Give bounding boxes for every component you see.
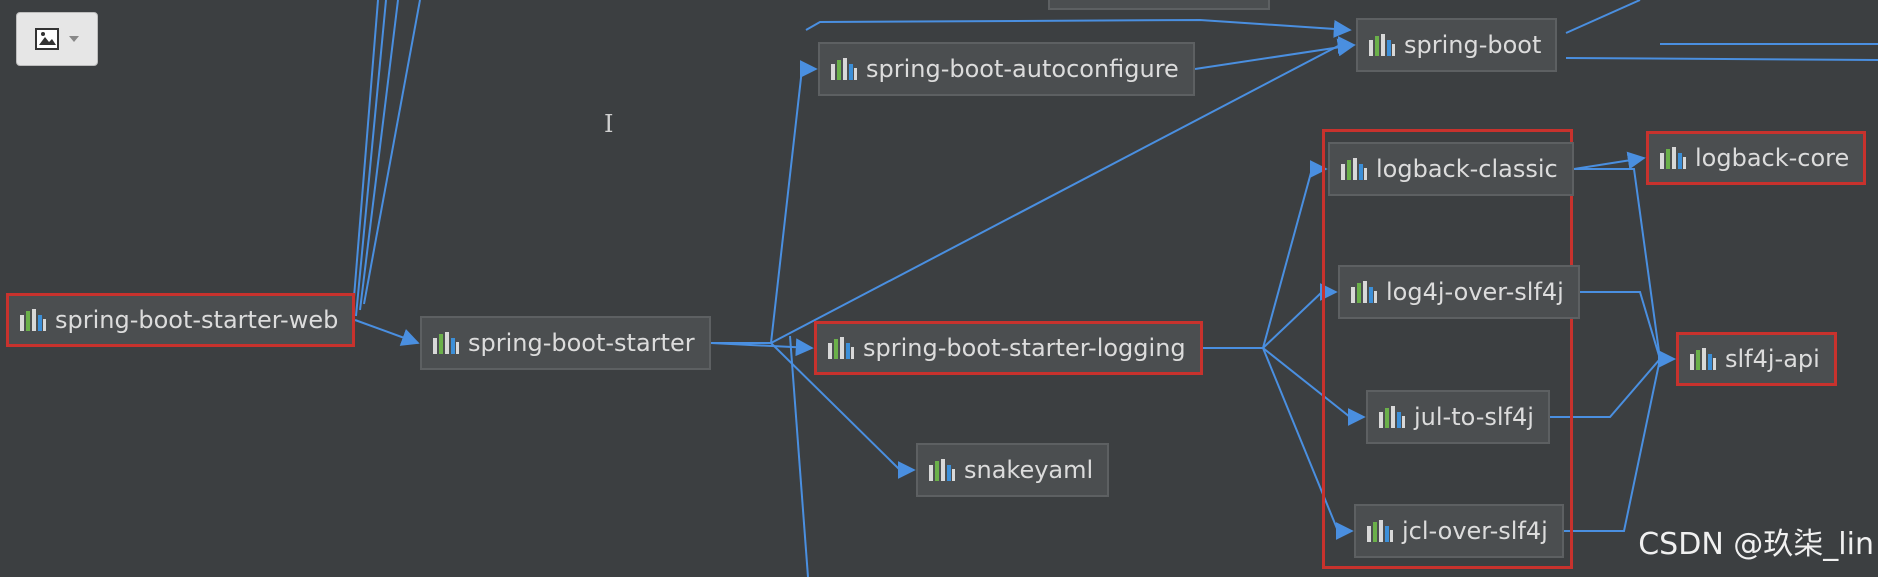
node-logback-classic[interactable]: logback-classic bbox=[1328, 142, 1574, 196]
edge-logback-classic-to-logback-core bbox=[1573, 151, 1646, 170]
library-icon bbox=[1379, 406, 1405, 428]
node-label: spring-boot-starter-logging bbox=[863, 334, 1186, 362]
node-spring-boot-autoconfigure[interactable]: spring-boot-autoconfigure bbox=[818, 42, 1195, 96]
edge-offscreen-4 bbox=[1565, 0, 1641, 34]
partial-node-top bbox=[1048, 0, 1270, 10]
node-spring-boot-starter-web[interactable]: spring-boot-starter-web bbox=[6, 293, 356, 347]
node-label: jcl-over-slf4j bbox=[1402, 517, 1548, 545]
node-label: log4j-over-slf4j bbox=[1386, 278, 1564, 306]
edge-spring-boot-starter-to-spring-boot-autoconfigure bbox=[711, 60, 818, 344]
edge-spring-boot-autoconfigure-to-spring-boot bbox=[1194, 38, 1356, 70]
edge-top-to-spring-boot bbox=[805, 18, 1352, 38]
library-icon bbox=[1690, 348, 1716, 370]
node-spring-boot-starter-logging[interactable]: spring-boot-starter-logging bbox=[814, 321, 1203, 375]
library-icon bbox=[20, 309, 46, 331]
edge-logback-classic-to-slf4j-api bbox=[1574, 168, 1676, 368]
image-export-button[interactable] bbox=[16, 12, 98, 66]
image-icon bbox=[35, 28, 59, 50]
node-logback-core[interactable]: logback-core bbox=[1646, 131, 1867, 185]
edge-jcl-over-slf4j-to-slf4j-api bbox=[1564, 350, 1676, 532]
node-label: spring-boot-autoconfigure bbox=[866, 55, 1179, 83]
library-icon bbox=[1351, 281, 1377, 303]
node-label: logback-classic bbox=[1376, 155, 1558, 183]
library-icon bbox=[1660, 147, 1686, 169]
node-label: logback-core bbox=[1695, 144, 1850, 172]
node-label: spring-boot-starter bbox=[468, 329, 695, 357]
node-log4j-over-slf4j[interactable]: log4j-over-slf4j bbox=[1338, 265, 1580, 319]
edge-spring-boot-starter-web-to-spring-boot-starter bbox=[354, 319, 420, 346]
node-jcl-over-slf4j[interactable]: jcl-over-slf4j bbox=[1354, 504, 1564, 558]
library-icon bbox=[433, 332, 459, 354]
library-icon bbox=[828, 337, 854, 359]
node-spring-boot-starter[interactable]: spring-boot-starter bbox=[420, 316, 711, 370]
library-icon bbox=[1341, 158, 1367, 180]
node-label: snakeyaml bbox=[964, 456, 1094, 484]
edge-spring-boot-starter-logging-to-log4j-over-slf4j bbox=[1203, 283, 1338, 349]
text-cursor-icon: I bbox=[604, 110, 614, 138]
node-jul-to-slf4j[interactable]: jul-to-slf4j bbox=[1366, 390, 1550, 444]
node-label: jul-to-slf4j bbox=[1414, 403, 1534, 431]
edge-spring-boot-starter-logging-to-logback-classic bbox=[1203, 160, 1328, 349]
node-label: spring-boot-starter-web bbox=[55, 306, 339, 334]
library-icon bbox=[929, 459, 955, 481]
edge-offscreen-6 bbox=[789, 335, 809, 577]
edge-offscreen-5 bbox=[1565, 57, 1878, 61]
node-label: slf4j-api bbox=[1725, 345, 1820, 373]
node-snakeyaml[interactable]: snakeyaml bbox=[916, 443, 1110, 497]
node-spring-boot[interactable]: spring-boot bbox=[1356, 18, 1558, 72]
node-slf4j-api[interactable]: slf4j-api bbox=[1676, 332, 1837, 386]
library-icon bbox=[1369, 34, 1395, 56]
chevron-down-icon bbox=[69, 36, 79, 42]
library-icon bbox=[1367, 520, 1393, 542]
edge-log4j-over-slf4j-to-slf4j-api bbox=[1580, 291, 1676, 368]
watermark: CSDN @玖柒_lin bbox=[1638, 527, 1874, 562]
node-label: spring-boot bbox=[1404, 31, 1542, 59]
library-icon bbox=[831, 58, 857, 80]
